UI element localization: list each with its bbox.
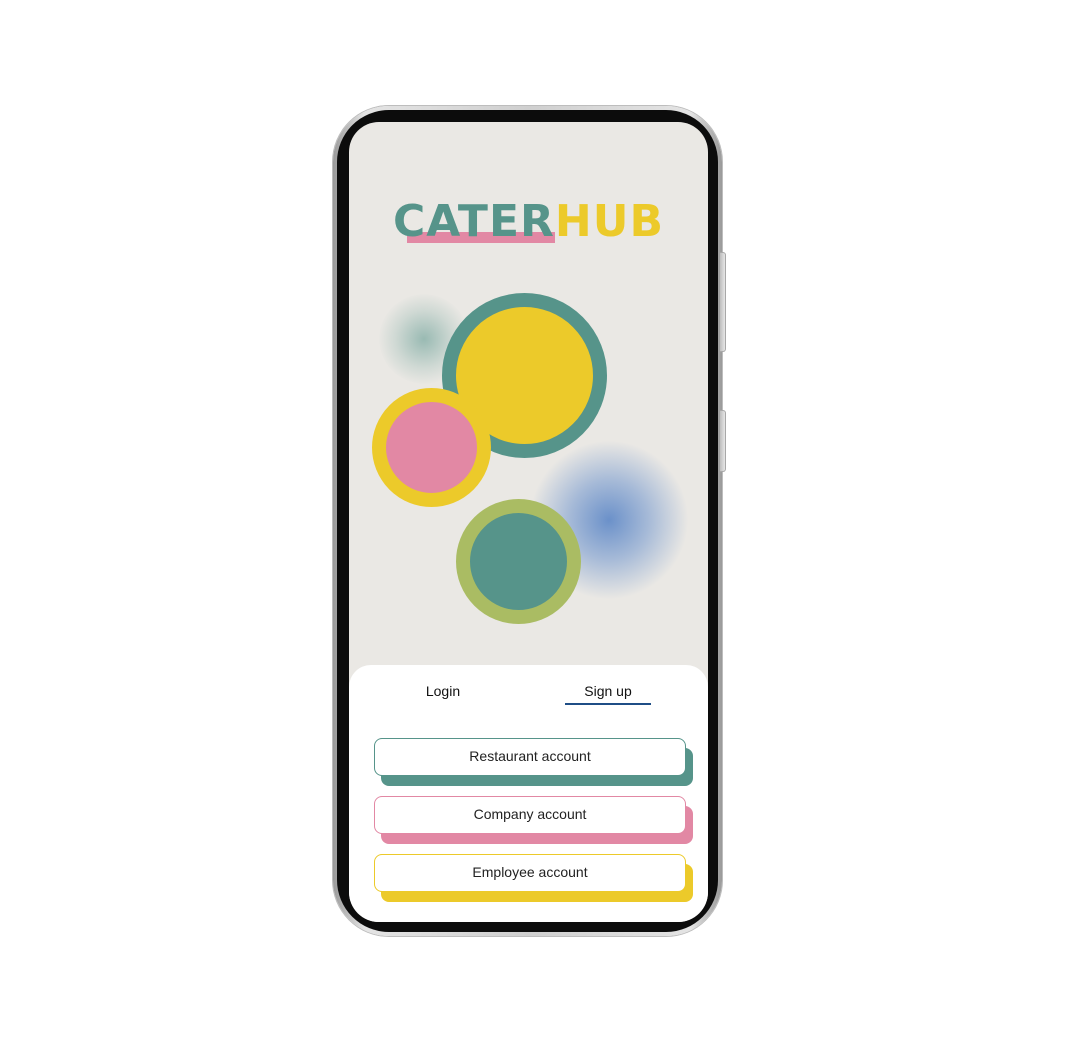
phone-volume-button bbox=[720, 410, 726, 472]
logo-wrap: CATERHUB bbox=[393, 196, 664, 248]
tab-login[interactable]: Login bbox=[413, 683, 473, 699]
phone-power-button bbox=[720, 252, 726, 352]
decorative-pink-circle-yellow-ring bbox=[372, 388, 491, 507]
app-screen: CATERHUB Login Sign up Restaurant accoun… bbox=[349, 122, 708, 922]
restaurant-account-button[interactable]: Restaurant account bbox=[374, 738, 686, 776]
employee-account-button[interactable]: Employee account bbox=[374, 854, 686, 892]
tab-sign-up[interactable]: Sign up bbox=[565, 683, 651, 699]
logo-text-hub: HUB bbox=[554, 196, 664, 247]
stage: CATERHUB Login Sign up Restaurant accoun… bbox=[0, 0, 1077, 1042]
auth-bottom-sheet: Login Sign up Restaurant account Company… bbox=[349, 665, 708, 922]
decorative-teal-circle-olive-ring bbox=[456, 499, 581, 624]
company-account-button[interactable]: Company account bbox=[374, 796, 686, 834]
company-account-option: Company account bbox=[374, 796, 694, 844]
restaurant-account-option: Restaurant account bbox=[374, 738, 694, 786]
app-logo: CATERHUB bbox=[349, 196, 708, 256]
logo-text-cater: CATER bbox=[393, 196, 555, 247]
logo-text: CATERHUB bbox=[393, 196, 664, 248]
employee-account-option: Employee account bbox=[374, 854, 694, 902]
active-tab-indicator bbox=[565, 703, 651, 705]
